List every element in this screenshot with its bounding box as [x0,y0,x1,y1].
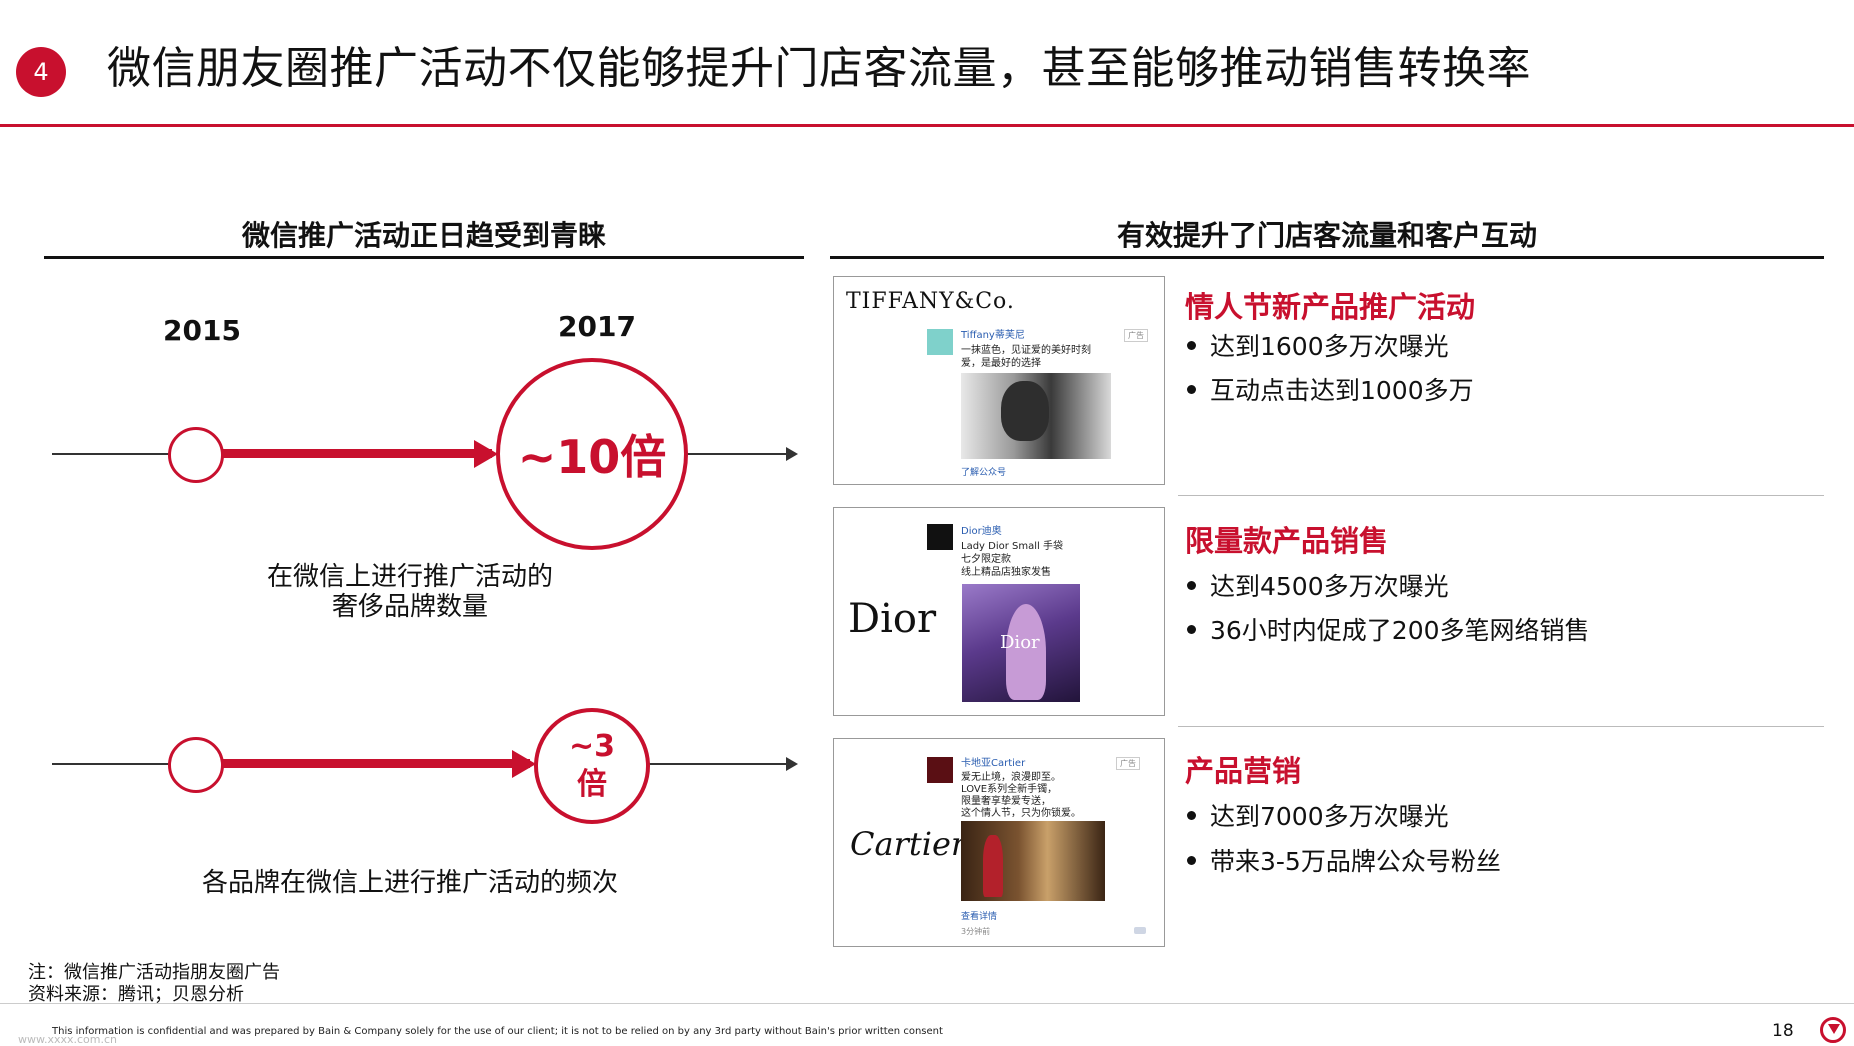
photo-figure [983,835,1003,897]
confidentiality-notice: This information is confidential and was… [52,1026,943,1037]
footnote: 注：微信推广活动指朋友圈广告 资料来源：腾讯；贝恩分析 [28,962,280,1006]
case-card-dior: Dior Dior迪奥 Lady Dior Small 手袋 七夕限定款 线上精… [833,507,1165,716]
bullet-icon [1187,624,1196,634]
post-account-name: Tiffany蒂芙尼 [961,330,1025,341]
right-panel-divider [830,256,1824,259]
bullet-text: 达到7000多万次曝光 [1210,802,1449,831]
footnote-line: 注：微信推广活动指朋友圈广告 [28,962,280,983]
brand-avatar [927,329,953,355]
page-number: 18 [1772,1021,1794,1041]
growth-value: ~3 [568,729,615,764]
bullet-icon [1187,855,1196,865]
brand-logo-tiffany: TIFFANY&Co. [846,289,1015,314]
growth-arrow-icon [474,440,498,468]
footer-divider [0,1003,1854,1004]
post-text-line: 一抹蓝色，见证爱的美好时刻 [961,345,1091,356]
post-text-line: 爱，是最好的选择 [961,358,1041,369]
growth-caption-brands: 在微信上进行推广活动的 奢侈品牌数量 [220,562,600,622]
growth-value-unit: 倍 [577,767,607,802]
bullet-icon [1187,580,1196,590]
post-account-name: 卡地亚Cartier [961,758,1026,769]
comment-icon[interactable] [1134,927,1146,934]
bullet-icon [1187,384,1196,394]
ad-tag: 广告 [1124,329,1148,342]
post-text-line: 七夕限定款 [961,554,1011,565]
case-bullet: 达到1600多万次曝光 [1187,327,1449,363]
growth-value: ~10倍 [517,430,667,484]
bullet-text: 互动点击达到1000多万 [1210,376,1474,405]
title-divider [0,124,1854,127]
case-title: 产品营销 [1185,754,1302,788]
company-logo-icon [1820,1017,1846,1043]
case-bullet: 36小时内促成了200多笔网络销售 [1187,611,1590,647]
left-panel-heading: 微信推广活动正日趋受到青睐 [241,219,606,252]
growth-value-circle: ~3 倍 [534,708,650,824]
post-photo: Dior [962,584,1080,702]
axis-arrow-icon [786,447,798,461]
growth-arrow-icon [512,750,536,778]
brand-logo-dior: Dior [848,596,937,642]
axis-arrow-icon [786,757,798,771]
start-marker [168,427,224,483]
case-title: 情人节新产品推广活动 [1185,290,1476,324]
bullet-icon [1187,340,1196,350]
post-text-line: 线上精品店独家发售 [961,567,1051,578]
case-title: 限量款产品销售 [1185,524,1389,558]
case-card-cartier: Cartier 卡地亚Cartier 广告 爱无止境，浪漫即至。 LOVE系列全… [833,738,1165,947]
photo-brand-text: Dior [1000,632,1040,653]
right-panel-heading: 有效提升了门店客流量和客户互动 [1116,219,1537,252]
page-title: 微信朋友圈推广活动不仅能够提升门店客流量，甚至能够推动销售转换率 [107,43,1531,94]
case-divider [1178,726,1824,727]
brand-avatar [927,524,953,550]
case-bullet: 达到7000多万次曝光 [1187,797,1449,833]
post-text-line: 这个情人节，只为你锁爱。 [961,808,1081,819]
bullet-text: 36小时内促成了200多笔网络销售 [1210,616,1590,645]
brand-avatar [927,757,953,783]
bullet-text: 带来3-5万品牌公众号粉丝 [1210,847,1501,876]
post-link[interactable]: 了解公众号 [961,465,1006,478]
photo-figure [1001,381,1049,441]
post-photo [961,821,1105,901]
start-marker [168,737,224,793]
caption-line: 奢侈品牌数量 [331,592,488,622]
ad-tag: 广告 [1116,757,1140,770]
growth-arrow-bar [222,759,530,768]
growth-value-circle: ~10倍 [496,358,688,550]
post-account-name: Dior迪奥 [961,526,1002,537]
case-divider [1178,495,1824,496]
year-end-label: 2017 [558,310,636,343]
growth-caption-frequency: 各品牌在微信上进行推广活动的频次 [201,868,618,898]
case-bullet: 带来3-5万品牌公众号粉丝 [1187,842,1501,878]
case-card-tiffany: TIFFANY&Co. Tiffany蒂芙尼 广告 一抹蓝色，见证爱的美好时刻 … [833,276,1165,485]
left-panel-divider [44,256,804,259]
post-link[interactable]: 查看详情 [961,909,997,922]
case-bullet: 达到4500多万次曝光 [1187,567,1449,603]
post-photo [961,373,1111,459]
post-time: 3分钟前 [961,927,991,936]
case-bullet: 互动点击达到1000多万 [1187,371,1474,407]
caption-line: 在微信上进行推广活动的 [266,562,553,592]
growth-arrow-bar [222,449,492,458]
bullet-text: 达到4500多万次曝光 [1210,572,1449,601]
section-number-badge: 4 [16,47,66,97]
bullet-icon [1187,810,1196,820]
year-start-label: 2015 [163,314,241,347]
post-text-line: Lady Dior Small 手袋 [961,541,1063,552]
brand-logo-cartier: Cartier [850,825,967,863]
bullet-text: 达到1600多万次曝光 [1210,332,1449,361]
